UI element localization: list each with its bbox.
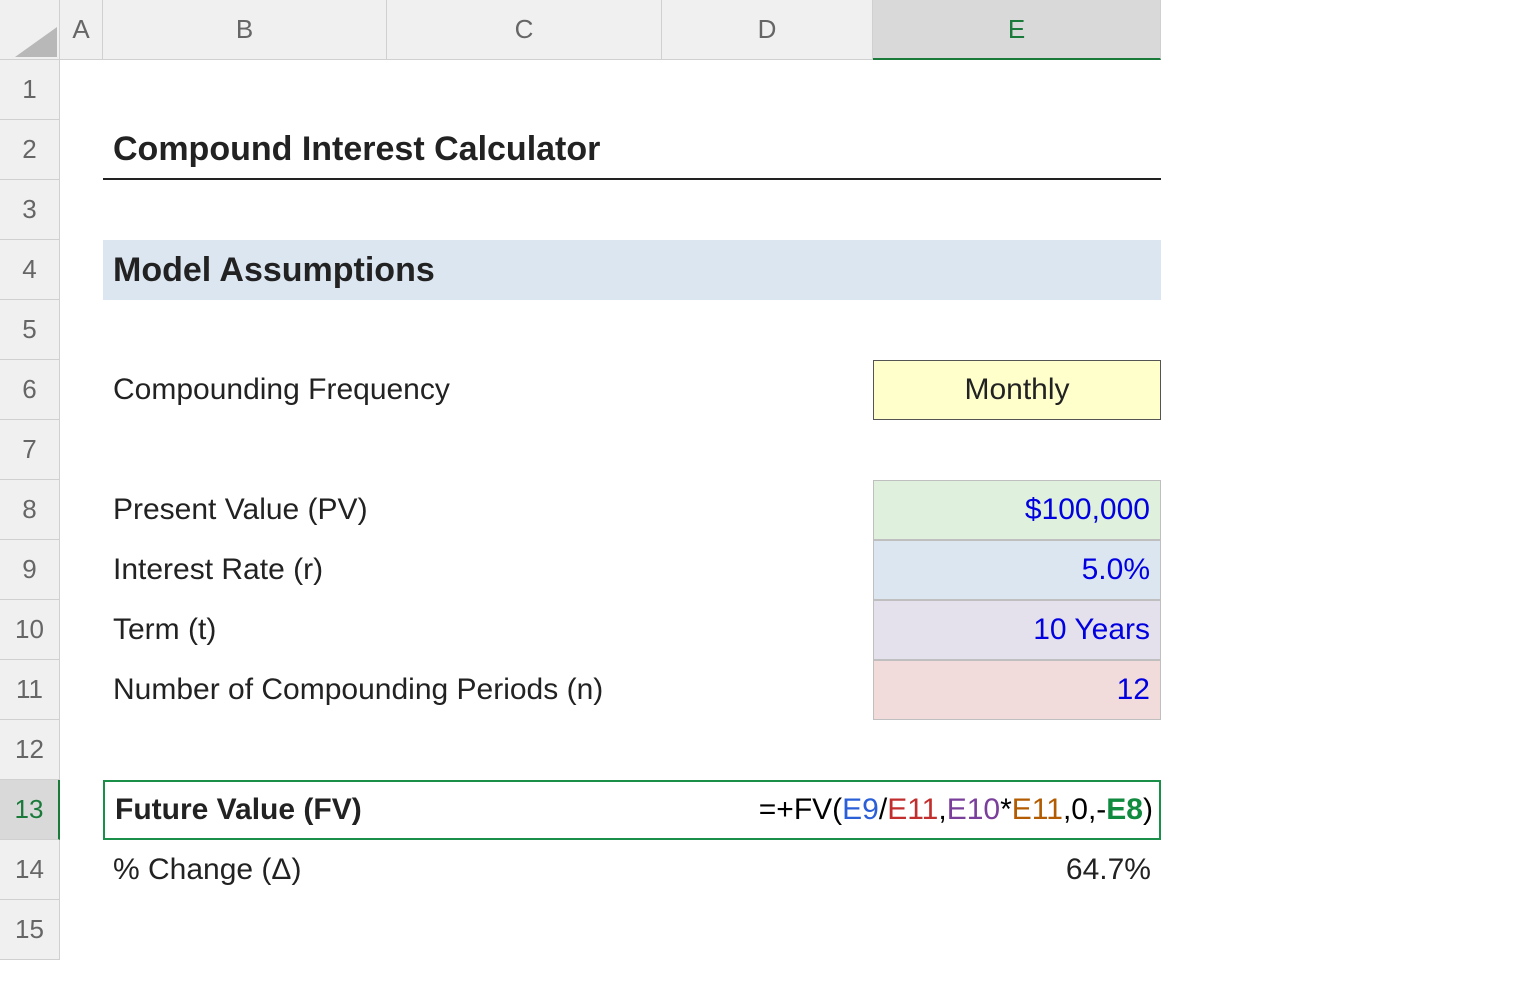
cell-E3[interactable] bbox=[873, 180, 1161, 240]
select-all-corner[interactable] bbox=[0, 0, 60, 60]
cell-D1[interactable] bbox=[662, 60, 873, 120]
row-header-6[interactable]: 6 bbox=[0, 360, 60, 420]
col-header-D[interactable]: D bbox=[662, 0, 873, 60]
row-header-4[interactable]: 4 bbox=[0, 240, 60, 300]
value-pv[interactable]: $100,000 bbox=[873, 480, 1161, 540]
cell-A2[interactable] bbox=[60, 120, 103, 180]
cell-A14[interactable] bbox=[60, 840, 103, 900]
cell-A13[interactable] bbox=[60, 780, 103, 840]
row-header-11[interactable]: 11 bbox=[0, 660, 60, 720]
cell-A12[interactable] bbox=[60, 720, 103, 780]
value-change[interactable]: 64.7% bbox=[873, 840, 1161, 900]
row-header-10[interactable]: 10 bbox=[0, 600, 60, 660]
cell-D3[interactable] bbox=[662, 180, 873, 240]
cell-A3[interactable] bbox=[60, 180, 103, 240]
row-header-2[interactable]: 2 bbox=[0, 120, 60, 180]
cell-E7[interactable] bbox=[873, 420, 1161, 480]
row-header-5[interactable]: 5 bbox=[0, 300, 60, 360]
cell-A5[interactable] bbox=[60, 300, 103, 360]
cell-C1[interactable] bbox=[387, 60, 662, 120]
row-header-9[interactable]: 9 bbox=[0, 540, 60, 600]
row-header-15[interactable]: 15 bbox=[0, 900, 60, 960]
value-term[interactable]: 10 Years bbox=[873, 600, 1161, 660]
title[interactable]: Compound Interest Calculator bbox=[103, 120, 1161, 180]
cell-A6[interactable] bbox=[60, 360, 103, 420]
cell-B3[interactable] bbox=[103, 180, 387, 240]
cell-E12[interactable] bbox=[873, 720, 1161, 780]
label-term[interactable]: Term (t) bbox=[103, 600, 873, 660]
col-header-E[interactable]: E bbox=[873, 0, 1161, 60]
cell-D5[interactable] bbox=[662, 300, 873, 360]
cell-B5[interactable] bbox=[103, 300, 387, 360]
value-frequency[interactable]: Monthly bbox=[873, 360, 1161, 420]
cell-B12[interactable] bbox=[103, 720, 387, 780]
cell-C3[interactable] bbox=[387, 180, 662, 240]
row-header-1[interactable]: 1 bbox=[0, 60, 60, 120]
label-fv: Future Value (FV) bbox=[115, 793, 362, 827]
cell-A4[interactable] bbox=[60, 240, 103, 300]
value-periods[interactable]: 12 bbox=[873, 660, 1161, 720]
row-header-14[interactable]: 14 bbox=[0, 840, 60, 900]
spreadsheet-grid[interactable]: A B C D E 1 2 Compound Interest Calculat… bbox=[0, 0, 1515, 960]
row-header-7[interactable]: 7 bbox=[0, 420, 60, 480]
cell-A11[interactable] bbox=[60, 660, 103, 720]
cell-A7[interactable] bbox=[60, 420, 103, 480]
cell-D7[interactable] bbox=[662, 420, 873, 480]
formula-display: =+FV(E9/E11,E10*E11,0,-E8) bbox=[759, 793, 1159, 827]
row-header-12[interactable]: 12 bbox=[0, 720, 60, 780]
cell-A15[interactable] bbox=[60, 900, 103, 960]
label-pv[interactable]: Present Value (PV) bbox=[103, 480, 873, 540]
cell-E1[interactable] bbox=[873, 60, 1161, 120]
value-rate[interactable]: 5.0% bbox=[873, 540, 1161, 600]
section-header[interactable]: Model Assumptions bbox=[103, 240, 1161, 300]
cell-A9[interactable] bbox=[60, 540, 103, 600]
cell-C5[interactable] bbox=[387, 300, 662, 360]
cell-A8[interactable] bbox=[60, 480, 103, 540]
cell-D15[interactable] bbox=[662, 900, 873, 960]
active-cell-E13[interactable]: Future Value (FV) =+FV(E9/E11,E10*E11,0,… bbox=[103, 780, 1161, 840]
row-header-3[interactable]: 3 bbox=[0, 180, 60, 240]
cell-A1[interactable] bbox=[60, 60, 103, 120]
col-header-A[interactable]: A bbox=[60, 0, 103, 60]
cell-C7[interactable] bbox=[387, 420, 662, 480]
label-periods[interactable]: Number of Compounding Periods (n) bbox=[103, 660, 873, 720]
label-frequency[interactable]: Compounding Frequency bbox=[103, 360, 873, 420]
label-rate[interactable]: Interest Rate (r) bbox=[103, 540, 873, 600]
label-change[interactable]: % Change (Δ) bbox=[103, 840, 873, 900]
cell-C15[interactable] bbox=[387, 900, 662, 960]
cell-E15[interactable] bbox=[873, 900, 1161, 960]
cell-C12[interactable] bbox=[387, 720, 662, 780]
cell-B7[interactable] bbox=[103, 420, 387, 480]
cell-E5[interactable] bbox=[873, 300, 1161, 360]
cell-D12[interactable] bbox=[662, 720, 873, 780]
cell-A10[interactable] bbox=[60, 600, 103, 660]
col-header-C[interactable]: C bbox=[387, 0, 662, 60]
row-header-8[interactable]: 8 bbox=[0, 480, 60, 540]
row-header-13[interactable]: 13 bbox=[0, 780, 60, 840]
col-header-B[interactable]: B bbox=[103, 0, 387, 60]
cell-B15[interactable] bbox=[103, 900, 387, 960]
cell-B1[interactable] bbox=[103, 60, 387, 120]
